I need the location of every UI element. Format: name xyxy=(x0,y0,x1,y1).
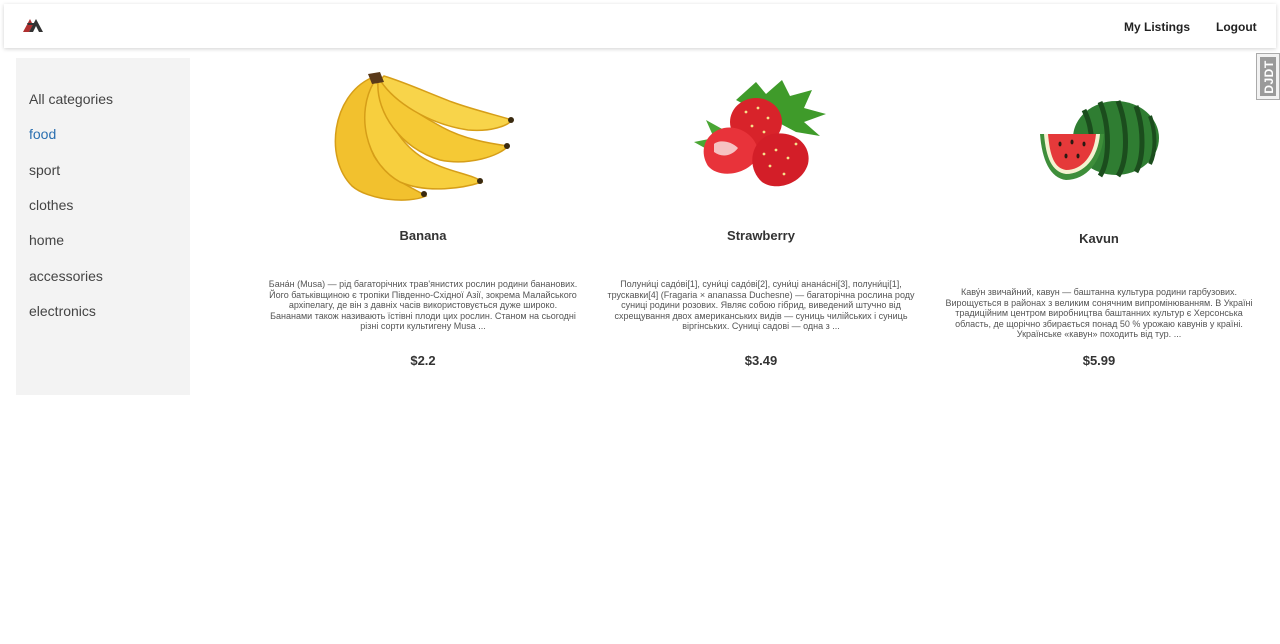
product-name[interactable]: Kavun xyxy=(944,231,1254,246)
debug-toolbar-tab[interactable]: DJDT xyxy=(1256,53,1280,100)
category-home[interactable]: home xyxy=(29,232,64,248)
category-electronics[interactable]: electronics xyxy=(29,303,96,319)
product-price: $5.99 xyxy=(1082,353,1116,368)
category-food[interactable]: food xyxy=(29,126,56,142)
top-navbar: My Listings Logout xyxy=(4,4,1276,48)
category-clothes[interactable]: clothes xyxy=(29,197,73,213)
category-accessories[interactable]: accessories xyxy=(29,268,103,284)
bolt-logo-icon[interactable] xyxy=(22,16,44,34)
my-listings-link[interactable]: My Listings xyxy=(1124,20,1190,34)
product-name[interactable]: Strawberry xyxy=(606,228,916,243)
strawberry-image-icon[interactable] xyxy=(606,60,916,210)
product-price: $2.2 xyxy=(410,353,436,368)
banana-image-icon[interactable] xyxy=(268,60,578,210)
debug-toolbar-label: DJDT xyxy=(1262,60,1276,94)
product-description: Каву́н звичайний, кавун — баштанна культ… xyxy=(945,287,1253,340)
debug-toolbar-icon: DJDT xyxy=(1260,57,1276,96)
product-price: $3.49 xyxy=(744,353,778,368)
category-sport[interactable]: sport xyxy=(29,162,60,178)
category-all[interactable]: All categories xyxy=(29,91,113,107)
category-sidebar: All categories food sport clothes home a… xyxy=(16,58,190,395)
product-description: Бана́н (Musa) — рід багаторічних трав'ян… xyxy=(268,279,578,332)
product-name[interactable]: Banana xyxy=(268,228,578,243)
watermelon-image-icon[interactable] xyxy=(944,60,1254,210)
product-description: Полуни́ці садо́ві[1], суни́ці садо́ві[2]… xyxy=(607,279,915,332)
logout-link[interactable]: Logout xyxy=(1216,20,1257,34)
